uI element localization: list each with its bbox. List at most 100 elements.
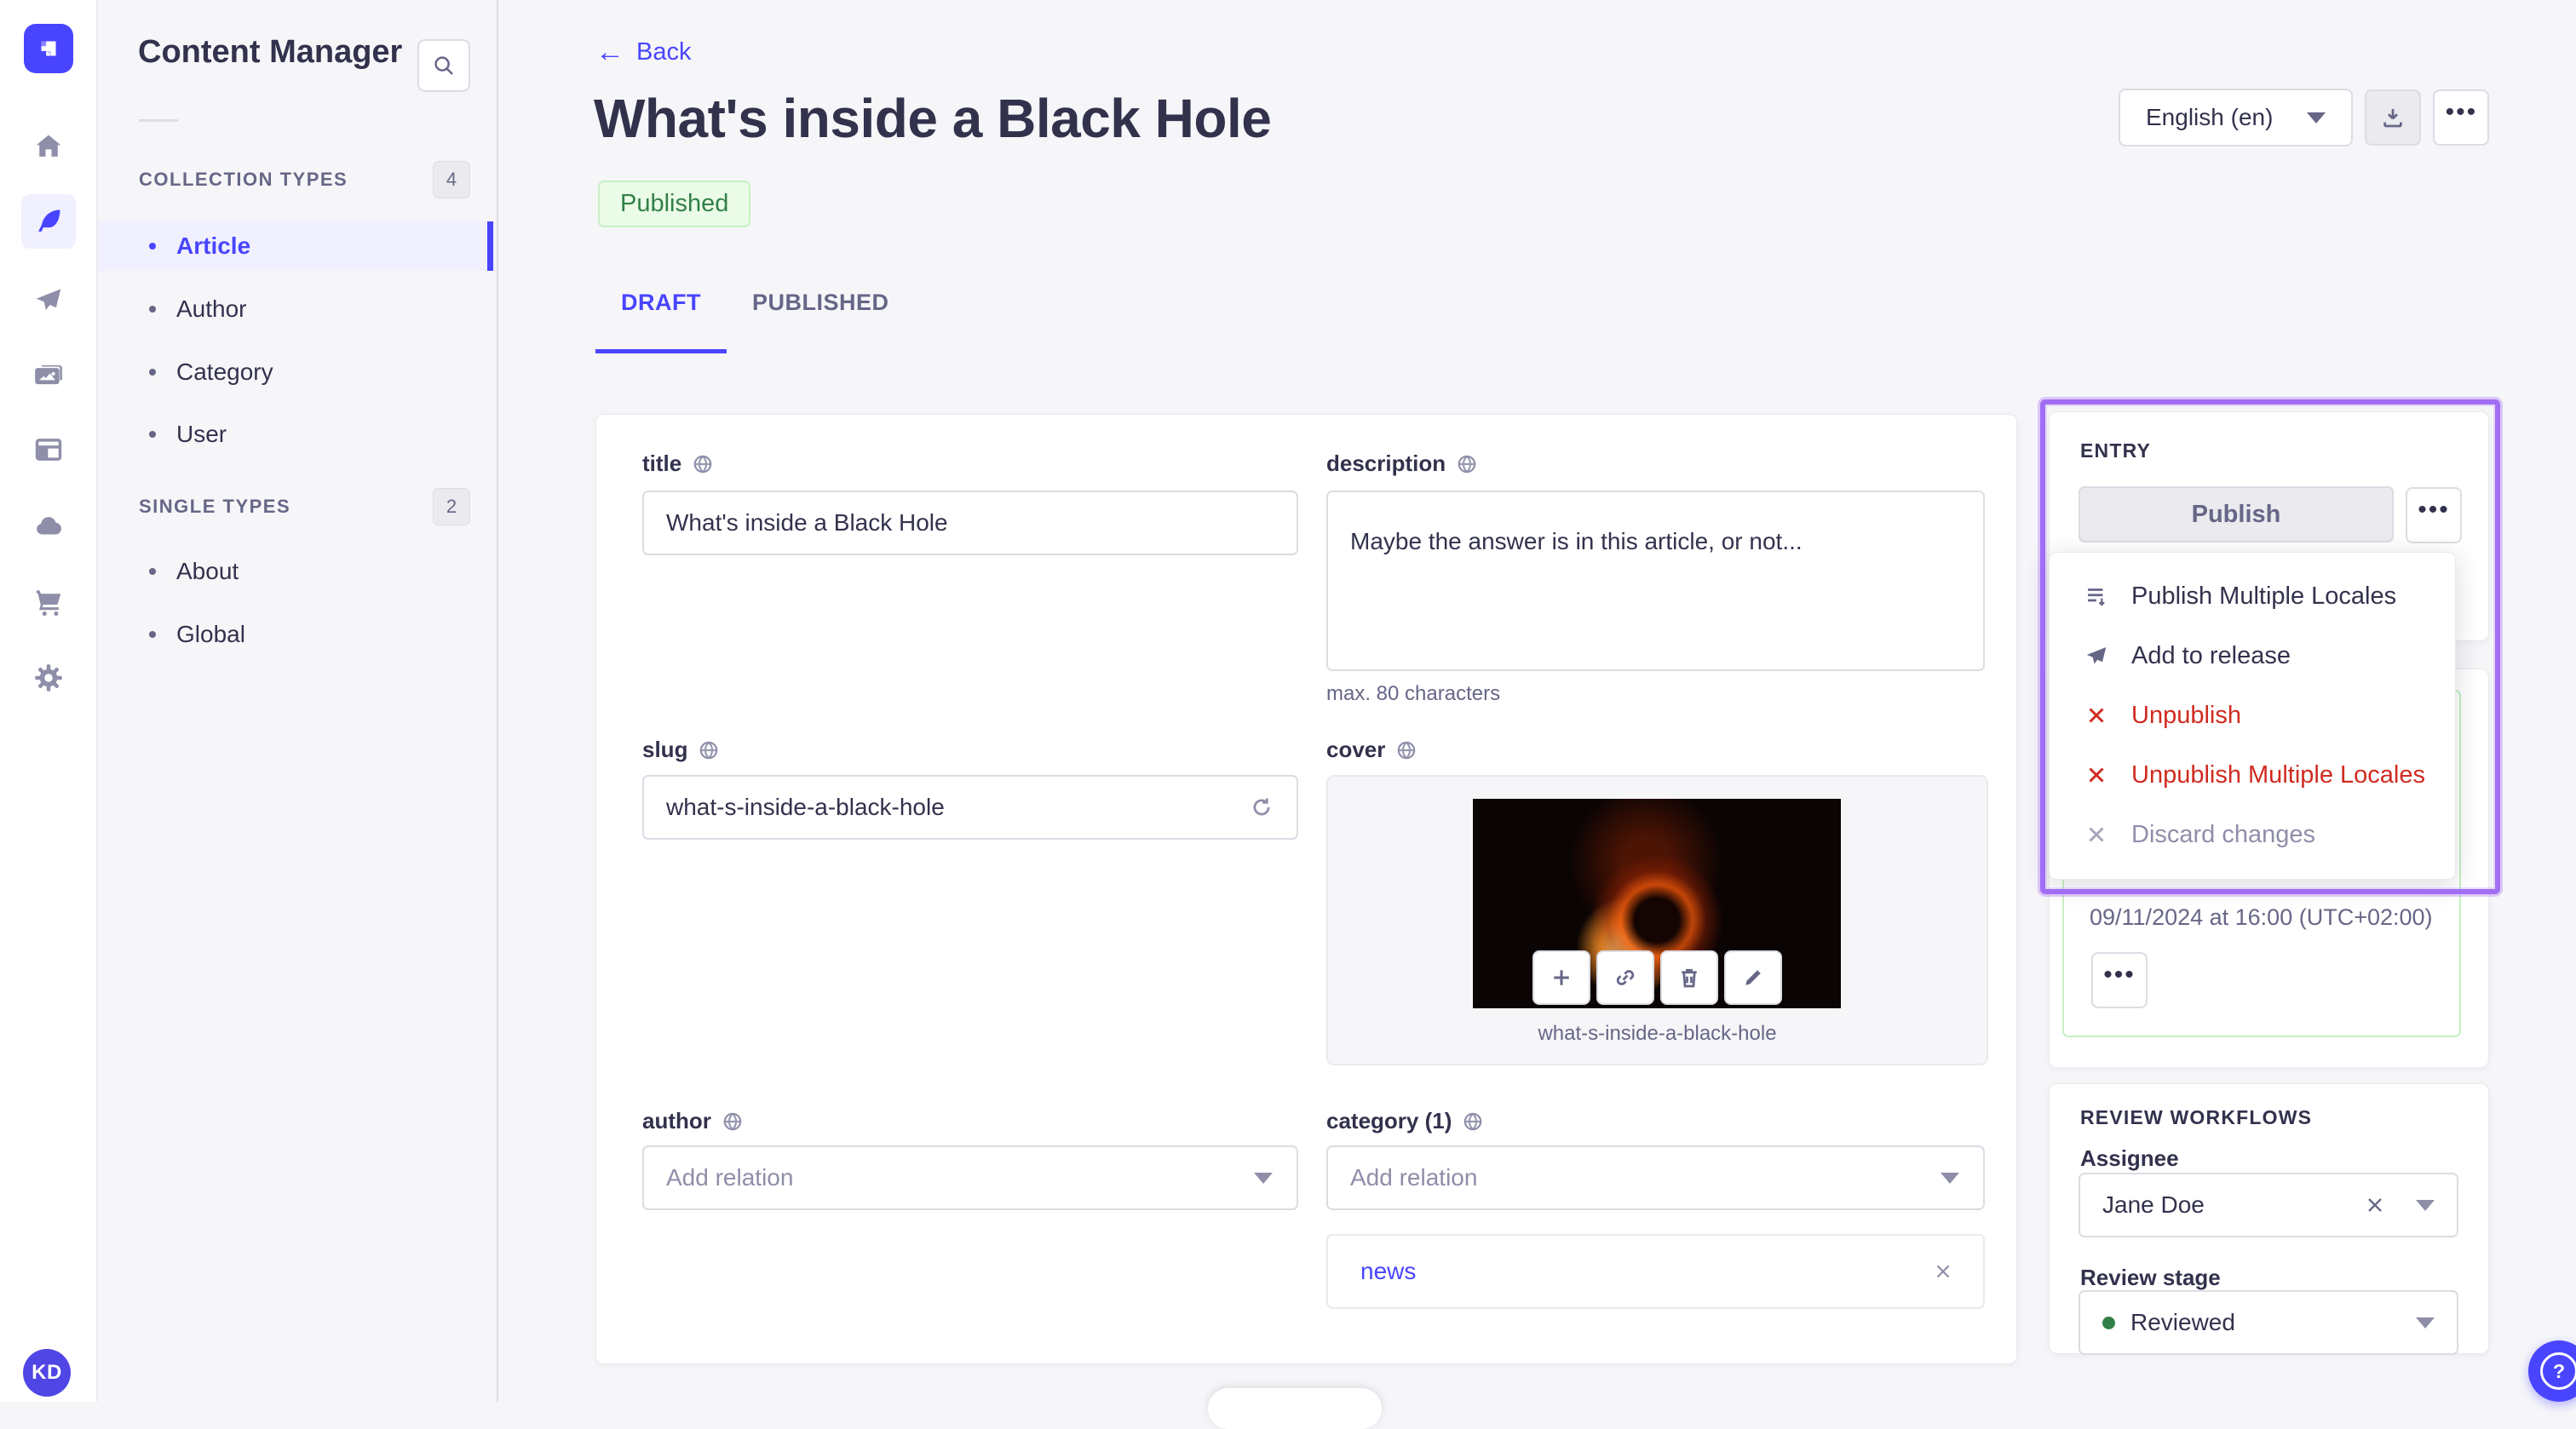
menu-item-unpublish[interactable]: Unpublish bbox=[2050, 686, 2455, 745]
sidebar-item-user[interactable]: User bbox=[98, 410, 495, 459]
layout-icon[interactable] bbox=[21, 422, 76, 477]
strapi-logo[interactable] bbox=[24, 24, 73, 73]
review-stage-value: Reviewed bbox=[2130, 1309, 2235, 1335]
search-button[interactable] bbox=[417, 39, 470, 92]
sidebar-item-label: Global bbox=[176, 621, 245, 647]
sidebar-item-label: User bbox=[176, 421, 227, 447]
sidebar-item-global[interactable]: Global bbox=[98, 610, 495, 659]
globe-icon bbox=[693, 455, 712, 473]
entry-actions-menu: Publish Multiple Locales Add to release … bbox=[2049, 552, 2456, 880]
globe-icon bbox=[1458, 455, 1476, 473]
paper-plane-icon bbox=[2086, 647, 2107, 664]
edit-asset-button[interactable] bbox=[1724, 950, 1782, 1005]
category-relation-select[interactable]: Add relation bbox=[1326, 1145, 1985, 1210]
help-button[interactable]: ? bbox=[2528, 1340, 2576, 1402]
author-relation-select[interactable]: Add relation bbox=[642, 1145, 1298, 1210]
single-types-count: 2 bbox=[433, 488, 470, 525]
collection-types-count: 4 bbox=[433, 161, 470, 198]
description-textarea[interactable]: Maybe the answer is in this article, or … bbox=[1326, 491, 1985, 671]
avatar-initials: KD bbox=[32, 1361, 62, 1384]
release-more-button[interactable]: ••• bbox=[2091, 952, 2148, 1008]
plus-icon bbox=[1554, 970, 1569, 985]
field-label-text: description bbox=[1326, 451, 1446, 476]
remove-relation-icon[interactable] bbox=[1932, 1260, 1954, 1283]
bullet-icon bbox=[149, 431, 156, 438]
publish-button-label: Publish bbox=[2191, 500, 2281, 528]
chevron-down-icon bbox=[1941, 1173, 1959, 1184]
content-manager-sidebar: Content Manager COLLECTION TYPES 4 Artic… bbox=[98, 0, 498, 1402]
delete-asset-button[interactable] bbox=[1660, 950, 1718, 1005]
menu-item-unpublish-multiple-locales[interactable]: Unpublish Multiple Locales bbox=[2050, 745, 2455, 805]
cover-field-label: cover bbox=[1326, 737, 1417, 763]
back-link[interactable]: ← Back bbox=[595, 37, 691, 66]
relation-link-news[interactable]: news bbox=[1360, 1258, 1416, 1285]
header-more-button[interactable]: ••• bbox=[2433, 89, 2490, 146]
menu-item-discard-changes[interactable]: Discard changes bbox=[2050, 805, 2455, 864]
add-asset-button[interactable] bbox=[1532, 950, 1590, 1005]
tab-label: DRAFT bbox=[621, 290, 701, 315]
globe-icon bbox=[723, 1112, 742, 1130]
sidebar-item-about[interactable]: About bbox=[98, 547, 495, 596]
menu-item-label: Discard changes bbox=[2131, 820, 2315, 848]
bullet-icon bbox=[149, 568, 156, 575]
chevron-down-icon bbox=[2416, 1199, 2435, 1211]
globe-icon bbox=[1398, 741, 1416, 759]
media-images-icon[interactable] bbox=[21, 347, 76, 402]
chevron-down-icon bbox=[2307, 112, 2326, 123]
publish-button[interactable]: Publish bbox=[2079, 486, 2394, 542]
pencil-icon bbox=[1745, 970, 1761, 985]
review-stage-select[interactable]: Reviewed bbox=[2079, 1290, 2458, 1355]
sidebar-item-category[interactable]: Category bbox=[98, 347, 495, 397]
sidebar-item-label: Author bbox=[176, 296, 247, 322]
list-plus-icon bbox=[2088, 588, 2105, 606]
review-workflows-panel: REVIEW WORKFLOWS Assignee Jane Doe Revie… bbox=[2049, 1083, 2489, 1355]
slug-input[interactable]: what-s-inside-a-black-hole bbox=[642, 775, 1298, 840]
regenerate-icon[interactable] bbox=[1249, 795, 1274, 820]
chevron-down-icon bbox=[2416, 1317, 2435, 1329]
sidebar-item-label: Category bbox=[176, 359, 273, 385]
sidebar-item-label: Article bbox=[176, 232, 251, 259]
copy-link-button[interactable] bbox=[1596, 950, 1654, 1005]
entry-more-button[interactable]: ••• bbox=[2406, 487, 2462, 543]
user-avatar[interactable]: KD bbox=[23, 1349, 71, 1397]
release-date: 09/11/2024 at 16:00 (UTC+02:00) bbox=[2090, 904, 2433, 930]
field-label-text: slug bbox=[642, 737, 688, 762]
cloud-icon[interactable] bbox=[21, 499, 76, 554]
sidebar-title: Content Manager bbox=[138, 34, 403, 70]
title-input[interactable]: What's inside a Black Hole bbox=[642, 491, 1298, 555]
menu-item-publish-multiple-locales[interactable]: Publish Multiple Locales bbox=[2050, 566, 2455, 626]
download-button[interactable] bbox=[2365, 89, 2422, 146]
question-mark-icon: ? bbox=[2540, 1352, 2576, 1390]
paper-plane-icon[interactable] bbox=[21, 273, 76, 327]
sidebar-item-article[interactable]: Article bbox=[98, 221, 495, 271]
stage-status-dot bbox=[2102, 1316, 2115, 1329]
menu-item-add-to-release[interactable]: Add to release bbox=[2050, 626, 2455, 686]
cart-icon[interactable] bbox=[21, 574, 76, 628]
tab-published[interactable]: PUBLISHED bbox=[727, 281, 915, 353]
tab-draft[interactable]: DRAFT bbox=[595, 281, 727, 353]
select-placeholder: Add relation bbox=[1350, 1164, 1478, 1191]
home-icon[interactable] bbox=[21, 119, 76, 174]
locale-select[interactable]: English (en) bbox=[2119, 89, 2354, 146]
sidebar-item-author[interactable]: Author bbox=[98, 284, 495, 334]
back-label: Back bbox=[636, 37, 692, 66]
assignee-select[interactable]: Jane Doe bbox=[2079, 1173, 2458, 1237]
category-field-label: category (1) bbox=[1326, 1108, 1484, 1134]
cross-icon bbox=[2089, 827, 2104, 842]
field-label-text: title bbox=[642, 451, 682, 476]
header-actions: English (en) ••• bbox=[2119, 89, 2490, 146]
menu-item-label: Publish Multiple Locales bbox=[2131, 582, 2397, 610]
globe-icon bbox=[700, 741, 718, 759]
cover-carousel: what-s-inside-a-black-hole bbox=[1326, 775, 1988, 1065]
cover-caption: what-s-inside-a-black-hole bbox=[1538, 1022, 1777, 1045]
gear-icon[interactable] bbox=[21, 651, 76, 705]
section-collection-types: COLLECTION TYPES bbox=[139, 169, 348, 190]
clear-assignee-icon[interactable] bbox=[2363, 1193, 2387, 1217]
link-icon bbox=[1616, 970, 1635, 985]
feather-content-icon[interactable] bbox=[21, 194, 76, 249]
status-badge: Published bbox=[598, 181, 751, 227]
assignee-value: Jane Doe bbox=[2102, 1191, 2205, 1218]
strapi-logo-icon bbox=[41, 41, 56, 56]
back-arrow-icon: ← bbox=[595, 36, 624, 68]
bullet-icon bbox=[149, 243, 156, 250]
